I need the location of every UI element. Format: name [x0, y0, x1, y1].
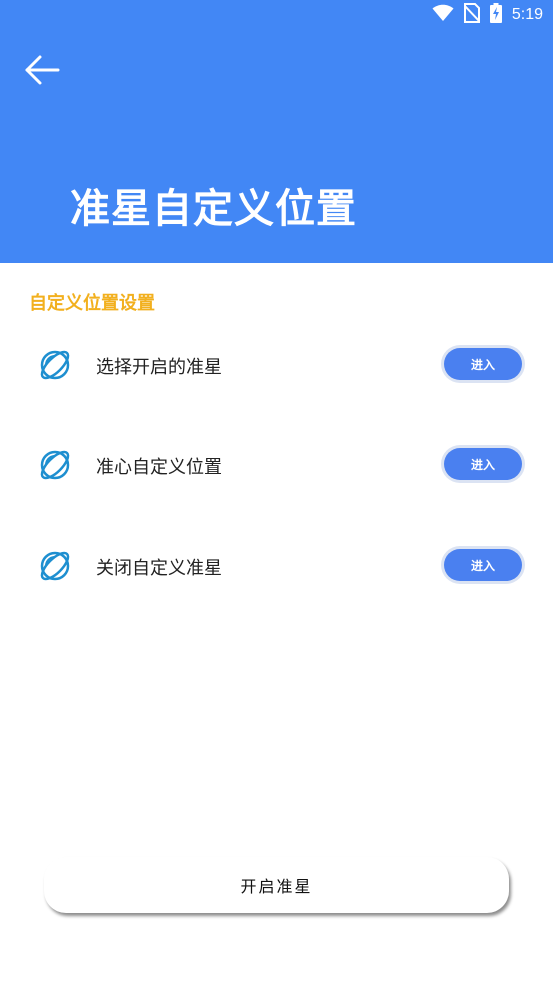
- battery-charging-icon: [489, 3, 502, 27]
- list-item-label: 关闭自定义准星: [96, 558, 222, 579]
- back-button[interactable]: [20, 52, 64, 92]
- planet-icon: [37, 447, 73, 483]
- page-title: 准星自定义位置: [70, 186, 357, 232]
- status-icons: 5:19: [432, 3, 543, 27]
- list-item-label: 选择开启的准星: [96, 357, 222, 378]
- no-sim-icon: [463, 3, 481, 27]
- planet-icon: [37, 347, 73, 383]
- enable-crosshair-button[interactable]: 开启准星: [44, 857, 509, 913]
- list-item-custom-position: 准心自定义位置 进入: [0, 435, 553, 495]
- app-header: 5:19 准星自定义位置: [0, 0, 553, 263]
- status-time: 5:19: [511, 6, 543, 23]
- arrow-left-icon: [24, 54, 60, 90]
- enter-button[interactable]: 进入: [444, 348, 522, 380]
- enter-button[interactable]: 进入: [444, 448, 522, 480]
- section-title: 自定义位置设置: [29, 293, 155, 314]
- list-item-label: 准心自定义位置: [96, 457, 222, 478]
- status-bar: 5:19: [0, 0, 553, 30]
- list-item-close-custom: 关闭自定义准星 进入: [0, 536, 553, 596]
- enter-button[interactable]: 进入: [444, 549, 522, 581]
- wifi-icon: [432, 4, 454, 26]
- list-item-select-crosshair: 选择开启的准星 进入: [0, 335, 553, 395]
- planet-icon: [37, 548, 73, 584]
